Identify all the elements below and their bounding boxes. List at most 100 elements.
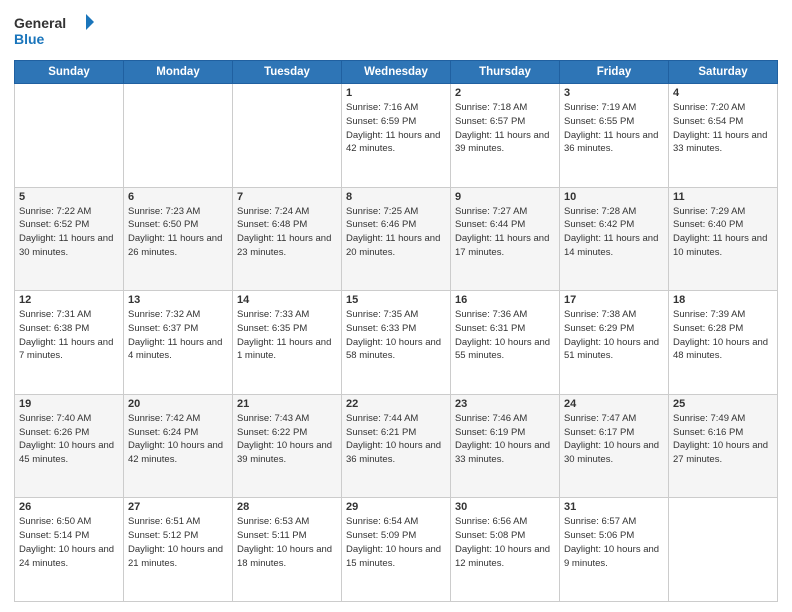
day-number: 11 bbox=[673, 191, 773, 203]
calendar-cell: 14 Sunrise: 7:33 AM Sunset: 6:35 PM Dayli… bbox=[233, 291, 342, 395]
calendar-cell: 1 Sunrise: 7:16 AM Sunset: 6:59 PM Daylig… bbox=[342, 84, 451, 188]
calendar-cell: 27 Sunrise: 6:51 AM Sunset: 5:12 PM Dayli… bbox=[124, 498, 233, 602]
cell-info: Sunrise: 7:39 AM Sunset: 6:28 PM Dayligh… bbox=[673, 308, 773, 363]
calendar-cell: 29 Sunrise: 6:54 AM Sunset: 5:09 PM Dayli… bbox=[342, 498, 451, 602]
dow-header: Sunday bbox=[15, 61, 124, 84]
calendar-cell: 31 Sunrise: 6:57 AM Sunset: 5:06 PM Dayli… bbox=[560, 498, 669, 602]
dow-header: Wednesday bbox=[342, 61, 451, 84]
day-number: 23 bbox=[455, 398, 555, 410]
cell-info: Sunrise: 6:50 AM Sunset: 5:14 PM Dayligh… bbox=[19, 515, 119, 570]
day-number: 7 bbox=[237, 191, 337, 203]
cell-info: Sunrise: 7:19 AM Sunset: 6:55 PM Dayligh… bbox=[564, 101, 664, 156]
cell-info: Sunrise: 7:49 AM Sunset: 6:16 PM Dayligh… bbox=[673, 412, 773, 467]
calendar-cell: 25 Sunrise: 7:49 AM Sunset: 6:16 PM Dayli… bbox=[669, 394, 778, 498]
cell-info: Sunrise: 7:33 AM Sunset: 6:35 PM Dayligh… bbox=[237, 308, 337, 363]
calendar-cell: 2 Sunrise: 7:18 AM Sunset: 6:57 PM Daylig… bbox=[451, 84, 560, 188]
day-number: 21 bbox=[237, 398, 337, 410]
calendar-cell: 28 Sunrise: 6:53 AM Sunset: 5:11 PM Dayli… bbox=[233, 498, 342, 602]
calendar-cell bbox=[124, 84, 233, 188]
cell-info: Sunrise: 6:54 AM Sunset: 5:09 PM Dayligh… bbox=[346, 515, 446, 570]
cell-info: Sunrise: 6:51 AM Sunset: 5:12 PM Dayligh… bbox=[128, 515, 228, 570]
day-number: 14 bbox=[237, 294, 337, 306]
cell-info: Sunrise: 7:35 AM Sunset: 6:33 PM Dayligh… bbox=[346, 308, 446, 363]
day-number: 16 bbox=[455, 294, 555, 306]
calendar-cell: 21 Sunrise: 7:43 AM Sunset: 6:22 PM Dayli… bbox=[233, 394, 342, 498]
calendar-cell bbox=[233, 84, 342, 188]
cell-info: Sunrise: 7:38 AM Sunset: 6:29 PM Dayligh… bbox=[564, 308, 664, 363]
day-number: 4 bbox=[673, 87, 773, 99]
day-number: 22 bbox=[346, 398, 446, 410]
svg-text:Blue: Blue bbox=[14, 31, 45, 47]
day-number: 29 bbox=[346, 501, 446, 513]
dow-header: Thursday bbox=[451, 61, 560, 84]
calendar-cell: 19Sunrise: 7:40 AM Sunset: 6:26 PM Dayli… bbox=[15, 394, 124, 498]
day-number: 28 bbox=[237, 501, 337, 513]
calendar-cell: 12 Sunrise: 7:31 AM Sunset: 6:38 PM Dayli… bbox=[15, 291, 124, 395]
logo: General Blue bbox=[14, 10, 94, 52]
day-number: 17 bbox=[564, 294, 664, 306]
day-number: 5 bbox=[19, 191, 119, 203]
calendar-cell: 8 Sunrise: 7:25 AM Sunset: 6:46 PM Daylig… bbox=[342, 187, 451, 291]
calendar-cell: 7 Sunrise: 7:24 AM Sunset: 6:48 PM Daylig… bbox=[233, 187, 342, 291]
calendar-cell: 13Sunrise: 7:32 AM Sunset: 6:37 PM Dayli… bbox=[124, 291, 233, 395]
calendar-cell bbox=[669, 498, 778, 602]
dow-header: Tuesday bbox=[233, 61, 342, 84]
calendar-cell: 3 Sunrise: 7:19 AM Sunset: 6:55 PM Daylig… bbox=[560, 84, 669, 188]
calendar-cell: 20 Sunrise: 7:42 AM Sunset: 6:24 PM Dayli… bbox=[124, 394, 233, 498]
cell-info: Sunrise: 7:46 AM Sunset: 6:19 PM Dayligh… bbox=[455, 412, 555, 467]
cell-info: Sunrise: 7:20 AM Sunset: 6:54 PM Dayligh… bbox=[673, 101, 773, 156]
calendar-cell: 11 Sunrise: 7:29 AM Sunset: 6:40 PM Dayli… bbox=[669, 187, 778, 291]
day-number: 12 bbox=[19, 294, 119, 306]
day-number: 20 bbox=[128, 398, 228, 410]
calendar-cell: 26 Sunrise: 6:50 AM Sunset: 5:14 PM Dayli… bbox=[15, 498, 124, 602]
calendar-cell: 5 Sunrise: 7:22 AM Sunset: 6:52 PM Daylig… bbox=[15, 187, 124, 291]
day-number: 2 bbox=[455, 87, 555, 99]
calendar-cell: 17 Sunrise: 7:38 AM Sunset: 6:29 PM Dayli… bbox=[560, 291, 669, 395]
calendar-cell: 10Sunrise: 7:28 AM Sunset: 6:42 PM Dayli… bbox=[560, 187, 669, 291]
day-number: 8 bbox=[346, 191, 446, 203]
calendar-cell: 16 Sunrise: 7:36 AM Sunset: 6:31 PM Dayli… bbox=[451, 291, 560, 395]
day-number: 18 bbox=[673, 294, 773, 306]
cell-info: Sunrise: 7:36 AM Sunset: 6:31 PM Dayligh… bbox=[455, 308, 555, 363]
cell-info: Sunrise: 7:25 AM Sunset: 6:46 PM Dayligh… bbox=[346, 205, 446, 260]
cell-info: Sunrise: 7:29 AM Sunset: 6:40 PM Dayligh… bbox=[673, 205, 773, 260]
calendar-cell: 23 Sunrise: 7:46 AM Sunset: 6:19 PM Dayli… bbox=[451, 394, 560, 498]
cell-info: Sunrise: 7:18 AM Sunset: 6:57 PM Dayligh… bbox=[455, 101, 555, 156]
cell-info: Sunrise: 7:42 AM Sunset: 6:24 PM Dayligh… bbox=[128, 412, 228, 467]
svg-text:General: General bbox=[14, 15, 66, 31]
day-number: 3 bbox=[564, 87, 664, 99]
day-number: 24 bbox=[564, 398, 664, 410]
cell-info: Sunrise: 7:47 AM Sunset: 6:17 PM Dayligh… bbox=[564, 412, 664, 467]
day-number: 10 bbox=[564, 191, 664, 203]
cell-info: Sunrise: 7:32 AM Sunset: 6:37 PM Dayligh… bbox=[128, 308, 228, 363]
cell-info: Sunrise: 7:31 AM Sunset: 6:38 PM Dayligh… bbox=[19, 308, 119, 363]
day-number: 26 bbox=[19, 501, 119, 513]
page: General Blue SundayMondayTuesdayWednesda… bbox=[0, 0, 792, 612]
cell-info: Sunrise: 7:27 AM Sunset: 6:44 PM Dayligh… bbox=[455, 205, 555, 260]
calendar-cell: 4 Sunrise: 7:20 AM Sunset: 6:54 PM Daylig… bbox=[669, 84, 778, 188]
header: General Blue bbox=[14, 10, 778, 52]
cell-info: Sunrise: 7:44 AM Sunset: 6:21 PM Dayligh… bbox=[346, 412, 446, 467]
dow-header: Saturday bbox=[669, 61, 778, 84]
cell-info: Sunrise: 6:57 AM Sunset: 5:06 PM Dayligh… bbox=[564, 515, 664, 570]
cell-info: Sunrise: 7:24 AM Sunset: 6:48 PM Dayligh… bbox=[237, 205, 337, 260]
calendar-table: SundayMondayTuesdayWednesdayThursdayFrid… bbox=[14, 60, 778, 602]
day-number: 1 bbox=[346, 87, 446, 99]
calendar-cell: 24 Sunrise: 7:47 AM Sunset: 6:17 PM Dayli… bbox=[560, 394, 669, 498]
day-number: 25 bbox=[673, 398, 773, 410]
calendar-cell bbox=[15, 84, 124, 188]
day-number: 31 bbox=[564, 501, 664, 513]
day-number: 19 bbox=[19, 398, 119, 410]
dow-header: Monday bbox=[124, 61, 233, 84]
day-number: 27 bbox=[128, 501, 228, 513]
calendar-cell: 30 Sunrise: 6:56 AM Sunset: 5:08 PM Dayli… bbox=[451, 498, 560, 602]
cell-info: Sunrise: 7:43 AM Sunset: 6:22 PM Dayligh… bbox=[237, 412, 337, 467]
cell-info: Sunrise: 7:22 AM Sunset: 6:52 PM Dayligh… bbox=[19, 205, 119, 260]
day-number: 30 bbox=[455, 501, 555, 513]
cell-info: Sunrise: 6:56 AM Sunset: 5:08 PM Dayligh… bbox=[455, 515, 555, 570]
logo-svg: General Blue bbox=[14, 10, 94, 52]
day-number: 15 bbox=[346, 294, 446, 306]
cell-info: Sunrise: 6:53 AM Sunset: 5:11 PM Dayligh… bbox=[237, 515, 337, 570]
cell-info: Sunrise: 7:16 AM Sunset: 6:59 PM Dayligh… bbox=[346, 101, 446, 156]
calendar-cell: 18 Sunrise: 7:39 AM Sunset: 6:28 PM Dayli… bbox=[669, 291, 778, 395]
